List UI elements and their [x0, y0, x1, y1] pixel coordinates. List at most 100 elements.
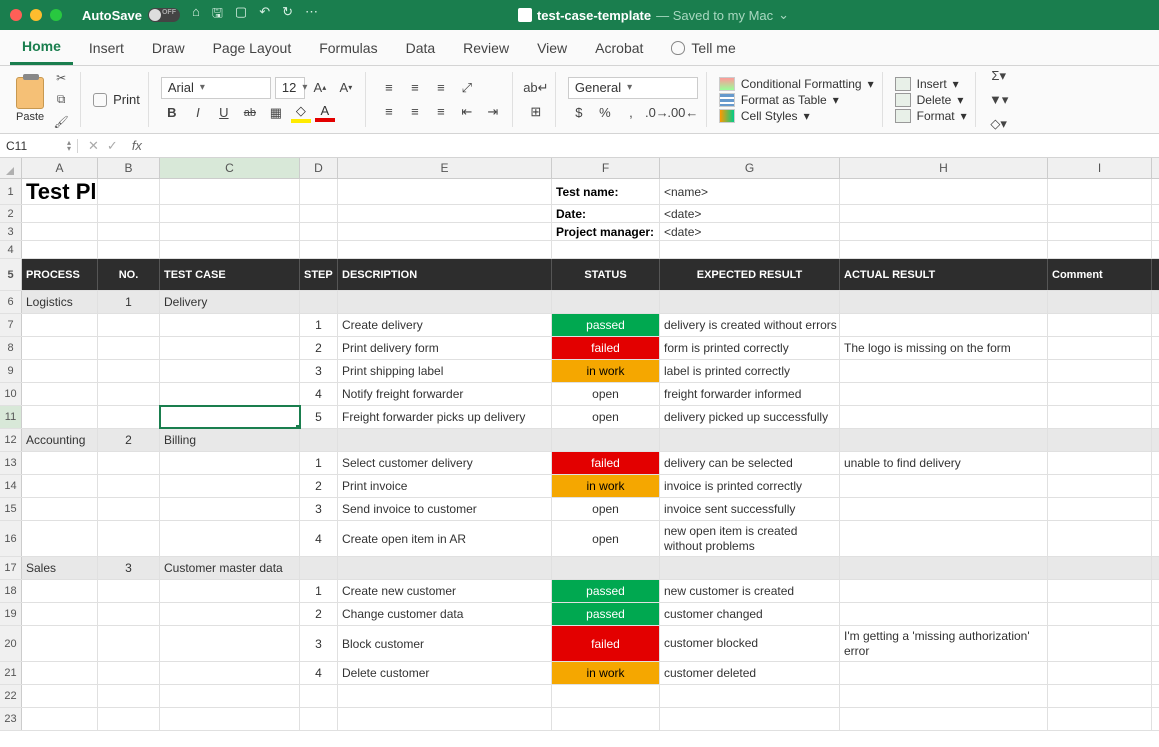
grid-cell[interactable]: [160, 223, 300, 240]
document-title[interactable]: test-case-template — Saved to my Mac ⌄: [318, 7, 989, 23]
section-no[interactable]: 1: [98, 291, 160, 313]
step-description[interactable]: Print shipping label: [338, 360, 552, 382]
cancel-formula-icon[interactable]: ✕: [88, 138, 99, 154]
percent-button[interactable]: %: [594, 103, 616, 123]
th-process[interactable]: PROCESS: [22, 259, 98, 290]
cut-button[interactable]: ✂: [50, 69, 72, 87]
grid-cell[interactable]: [1048, 603, 1152, 625]
grid-cell[interactable]: [338, 241, 552, 258]
row-header[interactable]: 2: [0, 205, 22, 222]
save-icon[interactable]: 🖫: [212, 4, 223, 26]
maximize-window-icon[interactable]: [50, 9, 62, 21]
tab-page-layout[interactable]: Page Layout: [201, 32, 304, 64]
step-actual[interactable]: [840, 475, 1048, 497]
grid-cell[interactable]: [660, 685, 840, 707]
grid-cell[interactable]: [160, 241, 300, 258]
grid-cell[interactable]: [98, 662, 160, 684]
row-header[interactable]: 3: [0, 223, 22, 240]
grid-cell[interactable]: [1048, 662, 1152, 684]
print-checkbox[interactable]: Print: [93, 92, 140, 107]
meta-test-name-value[interactable]: <name>: [660, 179, 840, 204]
step-number[interactable]: 4: [300, 383, 338, 405]
step-description[interactable]: Print delivery form: [338, 337, 552, 359]
decrease-decimal-button[interactable]: .00←: [672, 103, 694, 123]
meta-test-name-label[interactable]: Test name:: [552, 179, 660, 204]
step-number[interactable]: 3: [300, 498, 338, 520]
grid-cell[interactable]: [98, 241, 160, 258]
grid-cell[interactable]: [98, 452, 160, 474]
step-number[interactable]: 4: [300, 662, 338, 684]
grid-cell[interactable]: [160, 521, 300, 556]
step-status[interactable]: in work: [552, 475, 660, 497]
grid-cell[interactable]: [552, 685, 660, 707]
paste-button[interactable]: Paste: [16, 77, 44, 123]
merge-button[interactable]: ⊞: [525, 102, 547, 122]
grid-cell[interactable]: [1048, 521, 1152, 556]
autosave-toggle[interactable]: AutoSave OFF: [82, 8, 180, 23]
col-header-i[interactable]: I: [1048, 158, 1152, 178]
th-comment[interactable]: Comment: [1048, 259, 1152, 290]
row-header[interactable]: 17: [0, 557, 22, 579]
grid-cell[interactable]: [1048, 223, 1152, 240]
grid-cell[interactable]: [98, 521, 160, 556]
grid-cell[interactable]: [840, 205, 1048, 222]
grid-cell[interactable]: [160, 708, 300, 730]
grid-cell[interactable]: [300, 708, 338, 730]
grid-cell[interactable]: [98, 498, 160, 520]
step-actual[interactable]: [840, 314, 1048, 336]
grid-cell[interactable]: [98, 708, 160, 730]
grid-cell[interactable]: [98, 475, 160, 497]
step-expected[interactable]: form is printed correctly: [660, 337, 840, 359]
step-actual[interactable]: [840, 662, 1048, 684]
col-header-d[interactable]: D: [300, 158, 338, 178]
step-number[interactable]: 3: [300, 360, 338, 382]
name-box[interactable]: C11 ▴▾: [0, 139, 78, 153]
align-right-button[interactable]: ≡: [430, 102, 452, 122]
grid-cell[interactable]: [98, 360, 160, 382]
fill-color-button[interactable]: ◇: [291, 103, 311, 123]
grid-cell[interactable]: [22, 603, 98, 625]
meta-pm-label[interactable]: Project manager:: [552, 223, 660, 240]
grid-cell[interactable]: [98, 383, 160, 405]
grid-cell[interactable]: [160, 314, 300, 336]
grid-cell[interactable]: [22, 580, 98, 602]
fill-button[interactable]: ▼▾: [988, 90, 1010, 110]
step-description[interactable]: Create open item in AR: [338, 521, 552, 556]
grid-cell[interactable]: [300, 241, 338, 258]
th-testcase[interactable]: TEST CASE: [160, 259, 300, 290]
step-description[interactable]: Freight forwarder picks up delivery: [338, 406, 552, 428]
grid-cell[interactable]: [160, 685, 300, 707]
col-header-a[interactable]: A: [22, 158, 98, 178]
row-header[interactable]: 18: [0, 580, 22, 602]
select-all-corner[interactable]: [0, 158, 22, 178]
align-top-button[interactable]: ≡: [378, 78, 400, 98]
step-number[interactable]: 1: [300, 580, 338, 602]
tab-insert[interactable]: Insert: [77, 32, 136, 64]
step-expected[interactable]: label is printed correctly: [660, 360, 840, 382]
tab-acrobat[interactable]: Acrobat: [583, 32, 655, 64]
row-header[interactable]: 13: [0, 452, 22, 474]
grid-cell[interactable]: [160, 179, 300, 204]
tab-view[interactable]: View: [525, 32, 579, 64]
grid-cell[interactable]: [552, 291, 660, 313]
grid-cell[interactable]: [22, 223, 98, 240]
conditional-formatting-button[interactable]: Conditional Formatting▾: [719, 77, 874, 91]
section-process[interactable]: Accounting: [22, 429, 98, 451]
step-number[interactable]: 2: [300, 475, 338, 497]
col-header-e[interactable]: E: [338, 158, 552, 178]
section-testcase[interactable]: Customer master data: [160, 557, 300, 579]
close-window-icon[interactable]: [10, 9, 22, 21]
grid-cell[interactable]: [552, 708, 660, 730]
grid-cell[interactable]: [22, 360, 98, 382]
grid-cell[interactable]: [22, 205, 98, 222]
grid-cell[interactable]: [98, 223, 160, 240]
step-number[interactable]: 1: [300, 314, 338, 336]
row-header[interactable]: 7: [0, 314, 22, 336]
section-testcase[interactable]: Billing: [160, 429, 300, 451]
grid-cell[interactable]: [1048, 626, 1152, 661]
step-actual[interactable]: [840, 498, 1048, 520]
grid-cell[interactable]: [1048, 314, 1152, 336]
step-expected[interactable]: delivery picked up successfully: [660, 406, 840, 428]
row-header[interactable]: 19: [0, 603, 22, 625]
grid-cell[interactable]: [22, 498, 98, 520]
